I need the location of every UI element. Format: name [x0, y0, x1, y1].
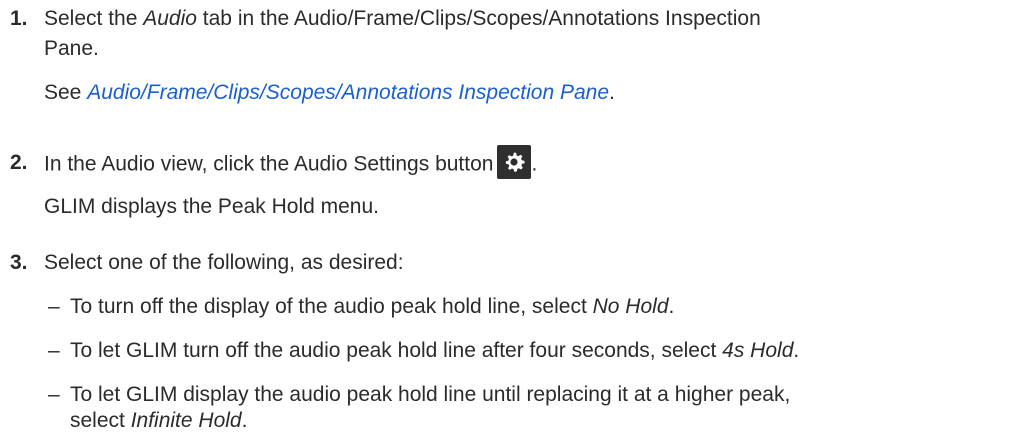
step-1-see-also: See Audio/Frame/Clips/Scopes/Annotations… — [0, 78, 1026, 108]
see-also-text: See Audio/Frame/Clips/Scopes/Annotations… — [44, 78, 1026, 108]
list-dash: – — [48, 295, 60, 318]
see-prefix: See — [44, 81, 88, 104]
step-text: Select the Audio tab in the Audio/Frame/… — [44, 4, 1026, 34]
option-name: 4s Hold — [722, 339, 794, 362]
option-text-part: select — [70, 409, 131, 432]
cross-reference-link[interactable]: Audio/Frame/Clips/Scopes/Annotations Ins… — [87, 81, 609, 104]
gear-icon — [497, 145, 532, 179]
step-2-result: GLIM displays the Peak Hold menu. — [0, 192, 1026, 222]
step-3: 3. Select one of the following, as desir… — [0, 248, 1026, 278]
option-text-part: To turn off the display of the audio pea… — [70, 295, 593, 318]
step-text-part: Select the — [44, 7, 144, 30]
step-number: 1. — [10, 7, 28, 30]
step-2: 2. In the Audio view, click the Audio Se… — [0, 145, 1026, 182]
step-text-part: . — [531, 152, 538, 176]
option-no-hold: – To turn off the display of the audio p… — [0, 292, 1026, 322]
step-text: In the Audio view, click the Audio Setti… — [44, 145, 1026, 182]
see-suffix: . — [609, 81, 615, 104]
step-number: 3. — [10, 251, 28, 274]
step-number: 2. — [10, 151, 28, 174]
list-dash: – — [48, 339, 60, 362]
list-dash: – — [48, 383, 60, 406]
step-1: 1. Select the Audio tab in the Audio/Fra… — [0, 4, 1026, 64]
step-text-part: In the Audio view, click the Audio Setti… — [44, 152, 494, 176]
option-name: No Hold — [592, 295, 669, 318]
option-text-part: To let GLIM turn off the audio peak hold… — [70, 339, 723, 362]
step-text: Select one of the following, as desired: — [44, 251, 404, 274]
option-suffix: . — [668, 295, 675, 318]
option-text: To let GLIM turn off the audio peak hold… — [70, 336, 1026, 366]
step-text-part: tab in the Audio/Frame/Clips/Scopes/Anno… — [196, 7, 761, 30]
step-result-text: GLIM displays the Peak Hold menu. — [44, 195, 379, 218]
option-infinite-hold: – To let GLIM display the audio peak hol… — [0, 380, 1026, 436]
option-suffix: . — [793, 339, 800, 362]
tab-name: Audio — [143, 7, 197, 30]
option-text: To turn off the display of the audio pea… — [70, 292, 1026, 322]
option-text-continued: select Infinite Hold. — [70, 406, 1026, 436]
option-suffix: . — [241, 409, 248, 432]
step-text-continued: Pane. — [44, 37, 99, 60]
option-4s-hold: – To let GLIM turn off the audio peak ho… — [0, 336, 1026, 366]
option-name: Infinite Hold — [130, 409, 242, 432]
